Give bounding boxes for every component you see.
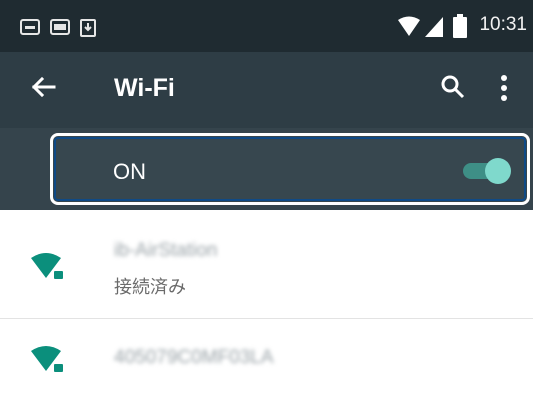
gallery-icon bbox=[50, 19, 70, 35]
switch-thumb bbox=[485, 158, 511, 184]
battery-icon bbox=[453, 14, 467, 38]
wifi-switch[interactable] bbox=[461, 156, 511, 186]
wifi-secured-icon bbox=[31, 253, 63, 279]
wifi-toggle-label: ON bbox=[113, 159, 146, 184]
more-vert-icon[interactable] bbox=[498, 74, 510, 102]
page-title: Wi-Fi bbox=[114, 74, 175, 102]
network-status: 接続済み bbox=[114, 277, 186, 297]
status-time: 10:31 bbox=[479, 14, 527, 35]
network-item[interactable]: ib-AirStation 接続済み bbox=[0, 210, 533, 318]
wifi-toggle-row[interactable]: ON bbox=[50, 133, 530, 205]
arrow-back-icon[interactable] bbox=[30, 74, 56, 100]
notification-icon bbox=[20, 19, 40, 35]
network-name: ib-AirStation bbox=[114, 240, 218, 261]
search-icon[interactable] bbox=[440, 74, 466, 100]
network-item[interactable]: 405079C0MF03LA bbox=[0, 319, 533, 398]
app-toolbar: Wi-Fi bbox=[0, 52, 533, 128]
download-icon bbox=[80, 19, 96, 37]
wifi-signal-icon bbox=[398, 16, 420, 36]
cell-signal-icon bbox=[425, 17, 443, 37]
wifi-secured-icon bbox=[31, 346, 63, 372]
status-bar: 10:31 bbox=[0, 0, 533, 52]
network-name: 405079C0MF03LA bbox=[114, 347, 274, 368]
